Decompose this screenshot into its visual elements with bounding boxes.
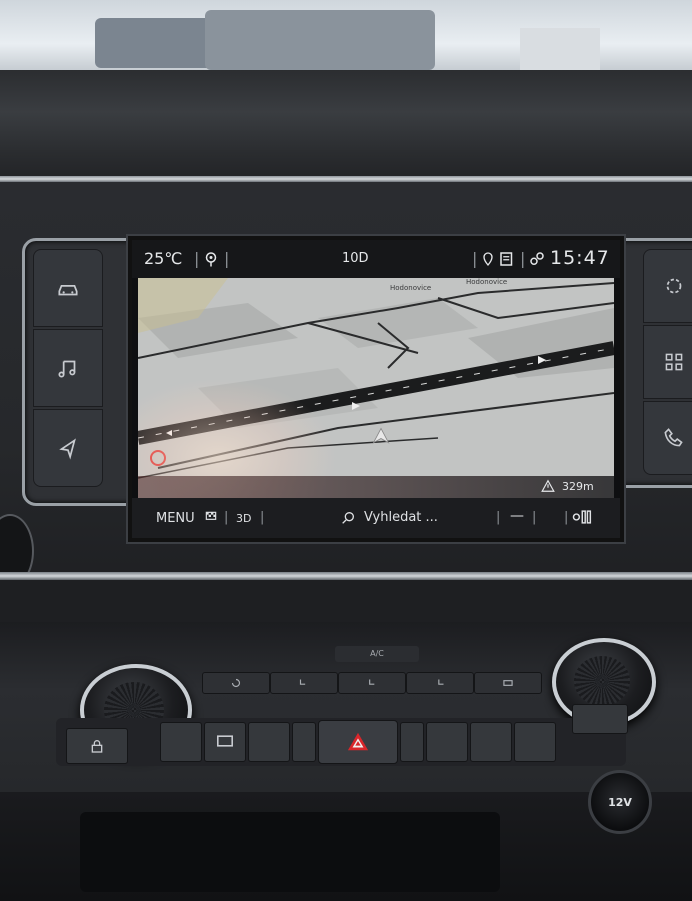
console-button[interactable] [470, 722, 512, 762]
parked-car [205, 10, 435, 70]
vehicle-button[interactable] [33, 249, 103, 327]
street-label: Hodonovice [466, 278, 508, 286]
apps-button[interactable] [643, 325, 692, 399]
search-icon [342, 511, 354, 524]
door-lock-button[interactable] [66, 728, 128, 764]
usb-port-button[interactable] [572, 704, 628, 734]
hazard-button[interactable] [318, 720, 398, 764]
checkered-flag-icon [205, 511, 217, 520]
hazard-icon [347, 732, 369, 751]
3d-view-button[interactable]: 3D [236, 512, 251, 525]
recirculation-icon [231, 678, 241, 688]
dashboard-top [0, 70, 692, 190]
recirculation-button[interactable] [202, 672, 270, 694]
warning-icon [541, 479, 555, 492]
car-door-icon [217, 735, 233, 747]
left-button-panel [22, 238, 140, 506]
phone-button[interactable] [643, 401, 692, 475]
search-button[interactable]: Vyhledat ... [364, 510, 438, 525]
right-button-panel [612, 238, 692, 488]
airflow-feet-button[interactable] [406, 672, 474, 694]
zoom-out-button[interactable]: — [510, 508, 524, 524]
navigation-button[interactable] [33, 409, 103, 487]
parked-car [95, 18, 215, 68]
status-bar: 25℃ | | 10D | | 15:47 [132, 240, 620, 278]
clock: 15:47 [550, 247, 610, 269]
seat-airflow-icon [369, 679, 375, 685]
media-button[interactable] [33, 329, 103, 407]
airflow-windshield-button[interactable] [270, 672, 338, 694]
infotainment-screen: 25℃ | | 10D | | 15:47 Hodonovice Hodonov… [128, 236, 624, 542]
lock-icon [91, 740, 103, 753]
console-button[interactable] [426, 722, 468, 762]
outside-temperature: 25℃ [144, 249, 183, 268]
ac-button[interactable]: A/C [335, 646, 419, 662]
chrome-trim [0, 572, 692, 580]
child-lock-button[interactable] [204, 722, 246, 762]
rear-defrost-button[interactable] [474, 672, 542, 694]
airflow-face-button[interactable] [338, 672, 406, 694]
console-button[interactable] [400, 722, 424, 762]
car-icon [58, 284, 78, 296]
seat-airflow-icon [438, 679, 444, 685]
connection-icon [530, 252, 544, 265]
seat-airflow-icon [299, 679, 306, 685]
bottom-bar: MENU | 3D | Vyhledat ... | — | | [132, 498, 620, 538]
console-button[interactable] [292, 722, 316, 762]
climate-control-panel: A/C [0, 622, 692, 792]
location-pin-icon [483, 252, 493, 267]
navigation-map[interactable]: Hodonovice Hodonovice 329m [138, 278, 614, 498]
message-icon [500, 252, 513, 266]
music-note-icon [58, 360, 76, 378]
defrost-icon [503, 680, 513, 686]
settings-icon [666, 278, 682, 294]
radio-icon [205, 252, 217, 267]
console-button[interactable] [514, 722, 556, 762]
menu-button[interactable]: MENU [156, 511, 195, 526]
windshield-view [0, 0, 692, 80]
map-options-icon[interactable] [572, 509, 594, 525]
navigation-icon [59, 438, 76, 460]
settings-button[interactable] [643, 249, 692, 323]
apps-grid-icon [665, 353, 683, 371]
console-button[interactable] [160, 722, 202, 762]
radio-station: 10D [342, 251, 369, 266]
distance-readout: 329m [562, 480, 594, 493]
console-button[interactable] [248, 722, 290, 762]
power-socket-label: 12V [608, 795, 632, 809]
vehicle-position-icon [372, 427, 390, 444]
power-socket: 12V [588, 770, 652, 834]
house [520, 28, 600, 74]
street-label: Hodonovice [390, 284, 432, 292]
phone-icon [664, 428, 683, 447]
